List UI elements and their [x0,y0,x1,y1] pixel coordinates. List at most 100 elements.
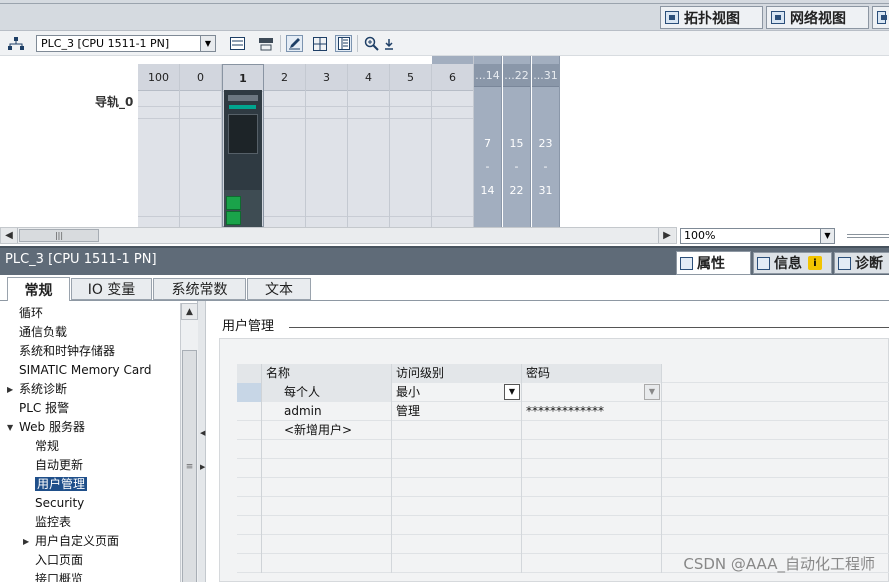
password-select[interactable]: ▼ [522,383,662,402]
view-tab-strip: 拓扑视图 网络视图 [0,0,889,31]
nav-item-label: 监控表 [35,515,72,529]
table-header-row: 名称 访问级别 密码 [237,364,889,383]
nav-item[interactable]: 自动更新 [35,456,83,475]
nav-item-label: SIMATIC Memory Card [19,363,152,377]
rack-slot-range-23-31[interactable]: ...31 23 - 31 [532,56,560,227]
tab-properties[interactable]: 属性 [676,251,751,275]
nav-item[interactable]: ▶ 系统诊断 [7,380,67,399]
user-name-cell[interactable]: admin [262,402,392,421]
user-name-cell[interactable]: 每个人 [262,383,392,402]
rack-slot-3[interactable]: 3 [306,64,348,227]
user-table-area: 名称 访问级别 密码 每个人 最小 ▼ ▼ admin 管理 *********… [219,338,889,582]
collapsed-arrow-icon[interactable]: ▶ [7,380,13,399]
rack-slot-0[interactable]: 0 [180,64,222,227]
access-level-cell[interactable]: 管理 [392,402,522,421]
nav-item[interactable]: 通信负载 [19,323,67,342]
nav-item-label: 接口概览 [35,572,84,582]
column-header-name[interactable]: 名称 [262,364,392,383]
nav-item[interactable]: 系统和时钟存储器 [19,342,115,361]
nav-item[interactable]: ▶ 用户自定义页面 [23,532,119,551]
nav-vertical-scrollbar[interactable]: ▲ ≡ [180,303,198,582]
tab-topology-view[interactable]: 拓扑视图 [660,6,763,29]
subtab-system-constants[interactable]: 系统常数 [153,278,246,300]
zoom-slider[interactable] [847,234,889,238]
collapse-left-icon[interactable]: ◀ [200,429,205,437]
rack-slot-range-15-22[interactable]: ...22 15 - 22 [503,56,531,227]
scroll-left-icon[interactable]: ◀ [1,228,18,243]
ethernet-port-icon [226,211,241,225]
device-canvas[interactable]: 导轨_0 100 0 1 2 3 4 5 6 ...14 7 - 14 ...2… [0,56,889,227]
nav-item-label: 系统和时钟存储器 [19,344,116,358]
table-row[interactable]: admin 管理 ************* [237,402,889,421]
cpu-status-leds [228,95,258,101]
nav-item[interactable]: PLC 报警 [19,399,69,418]
nav-item[interactable]: 用户管理 [35,475,88,494]
nav-item[interactable]: ▼ Web 服务器 [7,418,85,437]
grid-icon[interactable] [311,35,328,52]
nav-item[interactable]: 接口概览 [35,570,83,582]
network-settings-icon[interactable] [7,35,24,52]
column-header-access[interactable]: 访问级别 [392,364,522,383]
rack-slot-100[interactable]: 100 [138,64,180,227]
name-label-icon[interactable] [257,35,274,52]
nav-item-label: PLC 报警 [19,401,70,415]
rack-slot-range-7-14[interactable]: ...14 7 - 14 [474,56,502,227]
tab-device-view[interactable] [872,6,889,29]
rack-slot-5[interactable]: 5 [390,64,432,227]
scroll-right-icon[interactable]: ▶ [658,228,675,243]
subtab-general[interactable]: 常规 [7,277,70,302]
expand-right-icon[interactable]: ▶ [200,463,205,471]
collapsed-arrow-icon[interactable]: ▶ [23,532,29,551]
nav-item[interactable]: 监控表 [35,513,71,532]
chevron-down-icon[interactable]: ▼ [200,36,215,51]
cpu-module[interactable] [224,90,262,227]
scroll-up-icon[interactable]: ▲ [181,303,198,320]
edit-pen-icon[interactable] [286,35,303,52]
access-level-select[interactable]: 最小 ▼ [392,383,522,402]
rack-view-icon[interactable] [229,35,246,52]
rack-slot-2[interactable]: 2 [264,64,306,227]
device-select[interactable]: PLC_3 [CPU 1511-1 PN] ▼ [36,35,216,52]
nav-item[interactable]: SIMATIC Memory Card [19,361,152,380]
slot-range-from: 15 [509,137,524,150]
zoom-value: 100% [684,229,716,242]
download-arrow-icon[interactable] [380,35,397,52]
nav-item[interactable]: Security [35,494,84,513]
slot-number: 6 [432,64,473,91]
expanded-arrow-icon[interactable]: ▼ [7,418,13,437]
nav-item[interactable]: 常规 [35,437,59,456]
subtab-texts[interactable]: 文本 [247,278,311,300]
tab-network-view[interactable]: 网络视图 [766,6,869,29]
zoom-icon[interactable] [363,35,380,52]
tia-portal-device-view: 拓扑视图 网络视图 PLC_3 [CPU 1511-1 PN] ▼ 导轨_0 1… [0,0,889,582]
nav-item-label: Security [35,496,85,510]
slot-number: 100 [138,64,179,91]
tab-info[interactable]: 信息 i [753,252,832,274]
chevron-down-icon[interactable]: ▼ [504,384,520,400]
rack-slot-6[interactable]: 6 [432,56,474,227]
canvas-horizontal-scrollbar[interactable]: ◀ ||| ▶ [0,227,677,244]
zoom-select[interactable]: 100% ▼ [680,228,835,244]
password-cell[interactable]: ************* [522,402,662,421]
nav-item-label: 常规 [35,439,60,453]
table-row[interactable]: 每个人 最小 ▼ ▼ [237,383,889,402]
table-row[interactable]: <新增用户> [237,421,889,440]
page-layout-icon[interactable] [335,35,352,52]
topology-icon [665,11,679,24]
chevron-down-icon[interactable]: ▼ [820,229,834,243]
subtab-io-tags[interactable]: IO 变量 [71,278,152,300]
network-icon [771,11,785,24]
pane-splitter[interactable]: ◀ ▶ [198,301,206,582]
rack-slot-4[interactable]: 4 [348,64,390,227]
user-management-panel: 用户管理 名称 访问级别 密码 每个人 最小 ▼ ▼ admin 管理 ****… [207,301,889,582]
nav-item[interactable]: 入口页面 [35,551,83,570]
scroll-thumb[interactable]: ≡ [182,350,197,582]
slot-range-header: ...22 [503,64,530,87]
column-header-password[interactable]: 密码 [522,364,662,383]
tab-topology-label: 拓扑视图 [684,10,740,27]
nav-item[interactable]: 循环 [19,304,43,323]
scroll-thumb[interactable]: ||| [19,229,99,242]
tab-diagnostics[interactable]: 诊断 [834,252,889,274]
slot-range-header: ...31 [532,64,559,87]
add-user-cell[interactable]: <新增用户> [262,421,392,440]
